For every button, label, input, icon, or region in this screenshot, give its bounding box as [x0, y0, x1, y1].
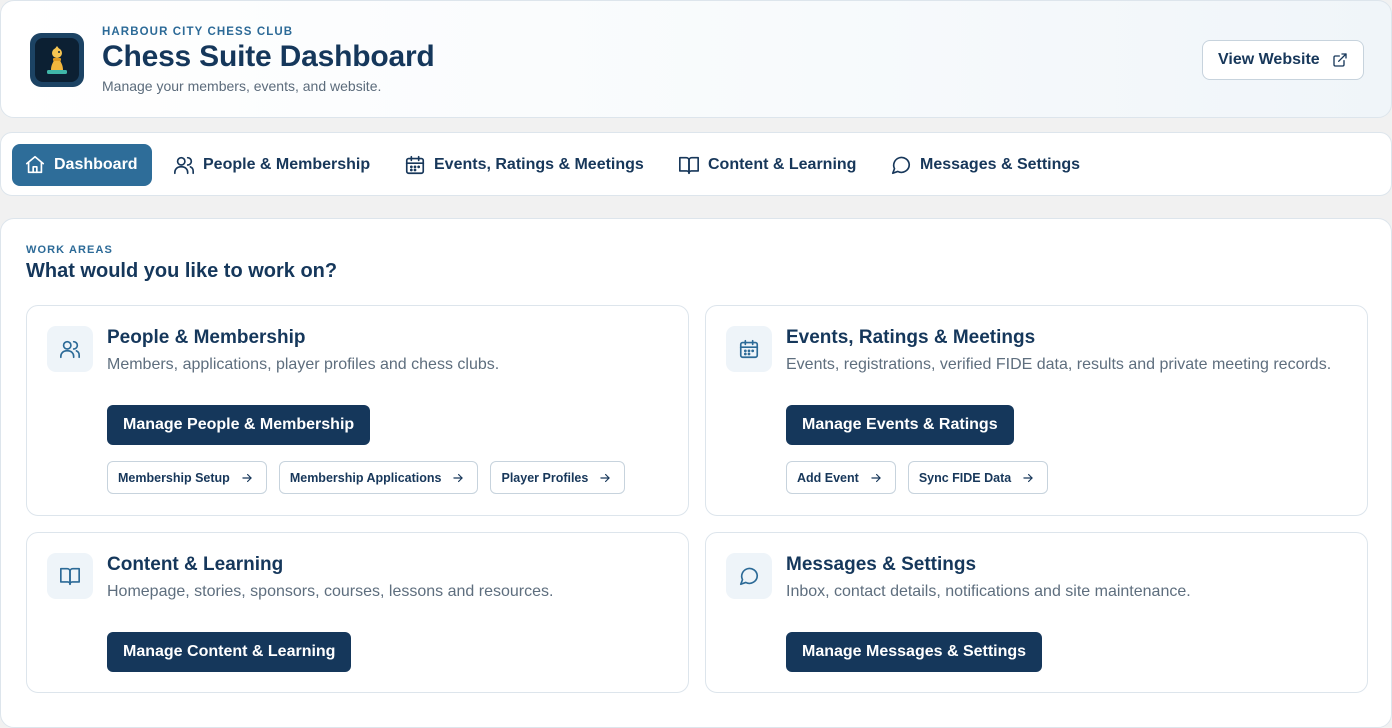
calendar-icon [405, 155, 425, 175]
card-icon-box [726, 326, 772, 372]
arrow-right-icon [453, 473, 464, 482]
nav-tab-events[interactable]: Events, Ratings & Meetings [392, 144, 656, 186]
membership-applications-link[interactable]: Membership Applications [278, 461, 479, 494]
calendar-icon [739, 339, 759, 359]
card-description: Inbox, contact details, notifications an… [786, 583, 1191, 600]
quick-links: Membership Setup Membership Applications… [107, 461, 626, 494]
section-title: What would you like to work on? [26, 260, 338, 282]
card-description: Members, applications, player profiles a… [107, 356, 500, 373]
manage-messages-button[interactable]: Manage Messages & Settings [786, 632, 1043, 672]
message-icon [739, 567, 759, 586]
card-title: Events, Ratings & Meetings [786, 327, 1036, 348]
card-people-membership: People & Membership Members, application… [26, 305, 689, 516]
membership-setup-link[interactable]: Membership Setup [107, 461, 267, 494]
link-label: Membership Setup [118, 470, 230, 485]
card-title: Content & Learning [107, 554, 284, 575]
player-profiles-link[interactable]: Player Profiles [490, 461, 626, 494]
nav-tab-content[interactable]: Content & Learning [666, 144, 868, 186]
card-icon-box [726, 553, 772, 599]
nav-tab-messages[interactable]: Messages & Settings [878, 144, 1092, 186]
nav-tab-label: Content & Learning [708, 156, 857, 173]
nav-tab-label: Dashboard [54, 156, 138, 173]
card-title: People & Membership [107, 327, 306, 348]
card-icon-box [47, 553, 93, 599]
page-subtitle: Manage your members, events, and website… [102, 78, 382, 94]
sync-fide-link[interactable]: Sync FIDE Data [907, 461, 1049, 494]
link-label: Sync FIDE Data [918, 470, 1012, 485]
card-messages-settings: Messages & Settings Inbox, contact detai… [705, 532, 1368, 693]
card-title: Messages & Settings [786, 554, 977, 575]
view-website-button[interactable]: View Website [1202, 40, 1364, 80]
manage-content-button[interactable]: Manage Content & Learning [107, 632, 352, 672]
link-label: Add Event [797, 470, 859, 485]
club-logo [30, 33, 84, 87]
book-icon [60, 567, 80, 586]
arrow-right-icon [871, 473, 881, 482]
club-name: HARBOUR CITY CHESS CLUB [102, 26, 294, 38]
link-label: Membership Applications [289, 470, 442, 485]
arrow-right-icon [242, 473, 252, 482]
card-description: Homepage, stories, sponsors, courses, le… [107, 583, 554, 600]
chess-pawn-icon [47, 46, 67, 74]
nav-tab-label: People & Membership [203, 156, 371, 173]
card-events-ratings: Events, Ratings & Meetings Events, regis… [705, 305, 1368, 516]
arrow-right-icon [600, 473, 611, 482]
work-areas-panel: WORK AREAS What would you like to work o… [0, 218, 1392, 728]
card-icon-box [47, 326, 93, 372]
main-nav: Dashboard People & Membership Events, Ra… [0, 132, 1392, 196]
app-header: HARBOUR CITY CHESS CLUB Chess Suite Dash… [0, 0, 1392, 118]
add-event-link[interactable]: Add Event [786, 461, 896, 494]
nav-tab-people[interactable]: People & Membership [161, 144, 382, 186]
book-icon [679, 156, 699, 175]
view-website-label: View Website [1218, 51, 1320, 68]
users-icon [174, 156, 194, 175]
home-icon [25, 155, 45, 174]
page-title: Chess Suite Dashboard [102, 40, 435, 73]
nav-tab-dashboard[interactable]: Dashboard [12, 144, 152, 186]
card-description: Events, registrations, verified FIDE dat… [786, 356, 1332, 373]
external-link-icon [1333, 53, 1347, 67]
link-label: Player Profiles [501, 470, 589, 485]
users-icon [60, 340, 80, 359]
card-content-learning: Content & Learning Homepage, stories, sp… [26, 532, 689, 693]
arrow-right-icon [1023, 473, 1033, 482]
nav-tab-label: Events, Ratings & Meetings [434, 156, 644, 173]
section-label: WORK AREAS [26, 244, 113, 256]
quick-links: Add Event Sync FIDE Data [786, 461, 1049, 494]
message-icon [891, 156, 911, 175]
manage-people-button[interactable]: Manage People & Membership [107, 405, 371, 445]
manage-events-button[interactable]: Manage Events & Ratings [786, 405, 1014, 445]
nav-tab-label: Messages & Settings [920, 156, 1081, 173]
